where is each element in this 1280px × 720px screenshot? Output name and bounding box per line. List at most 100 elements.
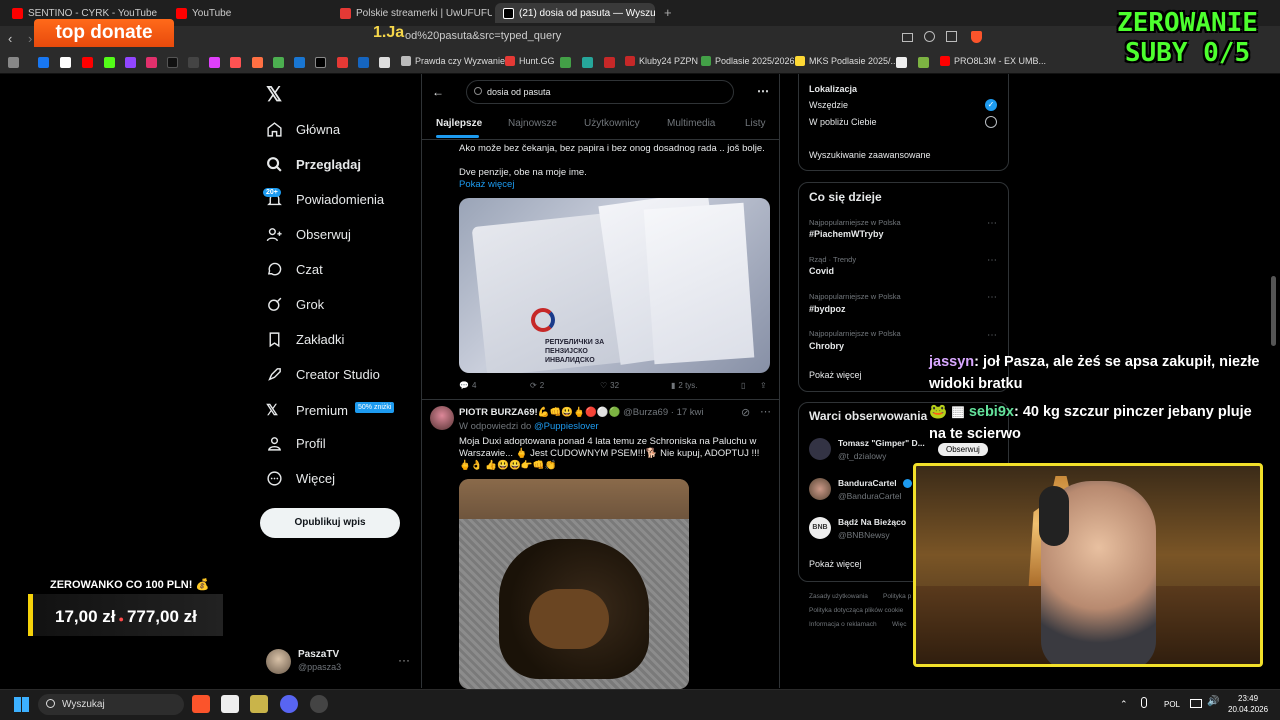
sidebar-item-premium[interactable]: 𝕏 Premium xyxy=(266,401,348,419)
clock[interactable]: 23:49 20.04.2026 xyxy=(1228,693,1268,715)
bookmark-icon[interactable] xyxy=(560,57,571,68)
bookmark-icon[interactable] xyxy=(358,57,369,68)
footer-link[interactable]: Polityka dotycząca plików cookie xyxy=(809,607,903,614)
sidebar-item-home[interactable]: Główna xyxy=(266,121,340,138)
x-logo-icon[interactable] xyxy=(315,57,326,68)
sidebar-item-follow[interactable]: Obserwuj xyxy=(266,226,351,243)
browser-tab-active[interactable]: (21) dosia od pasuta — Wyszuki✕ xyxy=(495,3,655,23)
tweet-author-name[interactable]: PIOTR BURZA69!💪👊😃🖕🔴⚪🟢 xyxy=(459,407,620,418)
radio-unselected-icon[interactable] xyxy=(985,116,997,128)
views-action[interactable]: ▮ 2 tys. xyxy=(671,381,698,390)
reply-action[interactable]: 💬 4 xyxy=(459,381,476,390)
bookmark-item[interactable]: Podlasie 2025/2026 xyxy=(701,56,795,66)
obs-icon[interactable] xyxy=(310,695,328,713)
account-name[interactable]: PaszaTV xyxy=(298,649,339,660)
bookmark-icon[interactable] xyxy=(918,57,929,68)
discord-icon[interactable] xyxy=(280,695,298,713)
sidebar-item-chat[interactable]: Czat xyxy=(266,261,323,278)
trend-name[interactable]: #bydpoz xyxy=(809,304,846,314)
show-more-link[interactable]: Pokaż więcej xyxy=(809,370,862,380)
sidebar-item-bookmarks[interactable]: Zakładki xyxy=(266,331,344,348)
bookmark-icon[interactable] xyxy=(209,57,220,68)
show-more-link[interactable]: Pokaż więcej xyxy=(809,559,862,569)
location-nearby-label[interactable]: W pobliżu Ciebie xyxy=(809,117,877,127)
radio-selected-icon[interactable]: ✓ xyxy=(985,99,997,111)
tweet-author-handle[interactable]: @Burza69 xyxy=(623,407,668,418)
kick-icon[interactable] xyxy=(104,57,115,68)
brave-shield-icon[interactable] xyxy=(971,31,982,43)
more-options-icon[interactable]: ⋯ xyxy=(757,84,769,98)
sidebar-item-creator-studio[interactable]: Creator Studio xyxy=(266,366,380,383)
scrollbar-thumb[interactable] xyxy=(1271,276,1276,346)
sidebar-item-explore[interactable]: Przeglądaj xyxy=(266,156,361,173)
avatar[interactable] xyxy=(809,478,831,500)
more-options-icon[interactable]: ⋯ xyxy=(987,255,997,266)
bookmark-icon[interactable] xyxy=(294,57,305,68)
bookmark-item[interactable]: PRO8L3M - EX UMB... xyxy=(940,56,1046,66)
tweet-image[interactable]: РЕПУБЛИЧКИ ЗА ПЕНЗИЈСКО ИНВАЛИДСКО xyxy=(459,198,770,373)
zoom-icon[interactable] xyxy=(924,31,935,42)
trend-name[interactable]: Chrobry xyxy=(809,341,844,351)
reader-icon[interactable] xyxy=(902,33,913,42)
bookmark-icon[interactable] xyxy=(337,57,348,68)
follow-button[interactable]: Obserwuj xyxy=(938,443,988,456)
taskbar-search[interactable]: Wyszukaj xyxy=(38,694,184,715)
bookmark-icon[interactable] xyxy=(896,57,907,68)
volume-icon[interactable]: 🔊 xyxy=(1207,696,1219,707)
avatar[interactable] xyxy=(809,438,831,460)
back-icon[interactable]: ‹ xyxy=(8,31,12,46)
more-options-icon[interactable]: ⋯ xyxy=(760,405,771,418)
avatar[interactable] xyxy=(266,649,291,674)
mail-icon[interactable] xyxy=(252,57,263,68)
footer-link[interactable]: Zasady użytkowania xyxy=(809,593,868,600)
footer-link[interactable]: Informacja o reklamach xyxy=(809,621,877,628)
advanced-search-link[interactable]: Wyszukiwanie zaawansowane xyxy=(809,150,930,160)
avatar[interactable] xyxy=(430,406,454,430)
twitch-icon[interactable] xyxy=(125,57,136,68)
tab-lists[interactable]: Listy xyxy=(745,118,766,129)
share-action[interactable]: ⇪ xyxy=(760,381,767,390)
suggested-user-name[interactable]: Bądź Na Bieżąco xyxy=(838,517,906,527)
sidebar-item-more[interactable]: Więcej xyxy=(266,470,335,487)
browser-tab[interactable]: Polskie streamerki | UwUFUFU xyxy=(332,3,492,23)
tray-arrow-icon[interactable]: ⌃ xyxy=(1120,699,1128,710)
suggested-user-name[interactable]: BanduraCartel xyxy=(838,478,897,488)
sidebar-item-notifications[interactable]: Powiadomienia xyxy=(266,191,384,208)
app-icon[interactable] xyxy=(250,695,268,713)
bookmark-icon[interactable] xyxy=(379,57,390,68)
tiktok-icon[interactable] xyxy=(167,57,178,68)
bookmark-item[interactable]: MKS Podlasie 2025/... xyxy=(795,56,898,66)
instagram-icon[interactable] xyxy=(146,57,157,68)
suggested-user-name[interactable]: Tomasz "Gimper" D... xyxy=(838,438,925,448)
tab-top[interactable]: Najlepsze xyxy=(436,118,482,129)
tab-latest[interactable]: Najnowsze xyxy=(508,118,557,129)
footer-link[interactable]: Więc xyxy=(892,621,906,628)
show-more-link[interactable]: Pokaż więcej xyxy=(459,179,514,191)
sidebar-item-profile[interactable]: Profil xyxy=(266,435,326,452)
tab-people[interactable]: Użytkownicy xyxy=(584,118,640,129)
microphone-icon[interactable] xyxy=(1141,697,1147,708)
retweet-action[interactable]: ⟳ 2 xyxy=(530,381,544,390)
more-options-icon[interactable]: ⋯ xyxy=(987,330,997,341)
language-indicator[interactable]: POL xyxy=(1164,700,1180,709)
bookmark-icon[interactable] xyxy=(604,57,615,68)
tweet-image[interactable] xyxy=(459,479,689,689)
tab-media[interactable]: Multimedia xyxy=(667,118,715,129)
account-menu-icon[interactable]: ··· xyxy=(398,653,410,667)
bookmark-icon[interactable] xyxy=(273,57,284,68)
app-icon[interactable] xyxy=(221,695,239,713)
search-input[interactable]: dosia od pasuta xyxy=(466,80,734,104)
share-icon[interactable] xyxy=(946,31,957,42)
network-icon[interactable] xyxy=(1190,699,1202,708)
bookmark-icon[interactable] xyxy=(582,57,593,68)
footer-link[interactable]: Polityka p xyxy=(883,593,911,600)
bnb-logo-icon[interactable]: BNB xyxy=(809,517,831,539)
post-button[interactable]: Opublikuj wpis xyxy=(260,508,400,538)
bookmark-action[interactable]: ▯ xyxy=(741,381,745,390)
tipply-icon[interactable] xyxy=(188,57,199,68)
trend-name[interactable]: #PiachemWTryby xyxy=(809,229,884,239)
bookmark-item[interactable]: Hunt.GG xyxy=(505,56,555,66)
apps-icon[interactable] xyxy=(8,57,19,68)
windows-start-icon[interactable] xyxy=(14,697,29,712)
google-icon[interactable] xyxy=(60,57,71,68)
